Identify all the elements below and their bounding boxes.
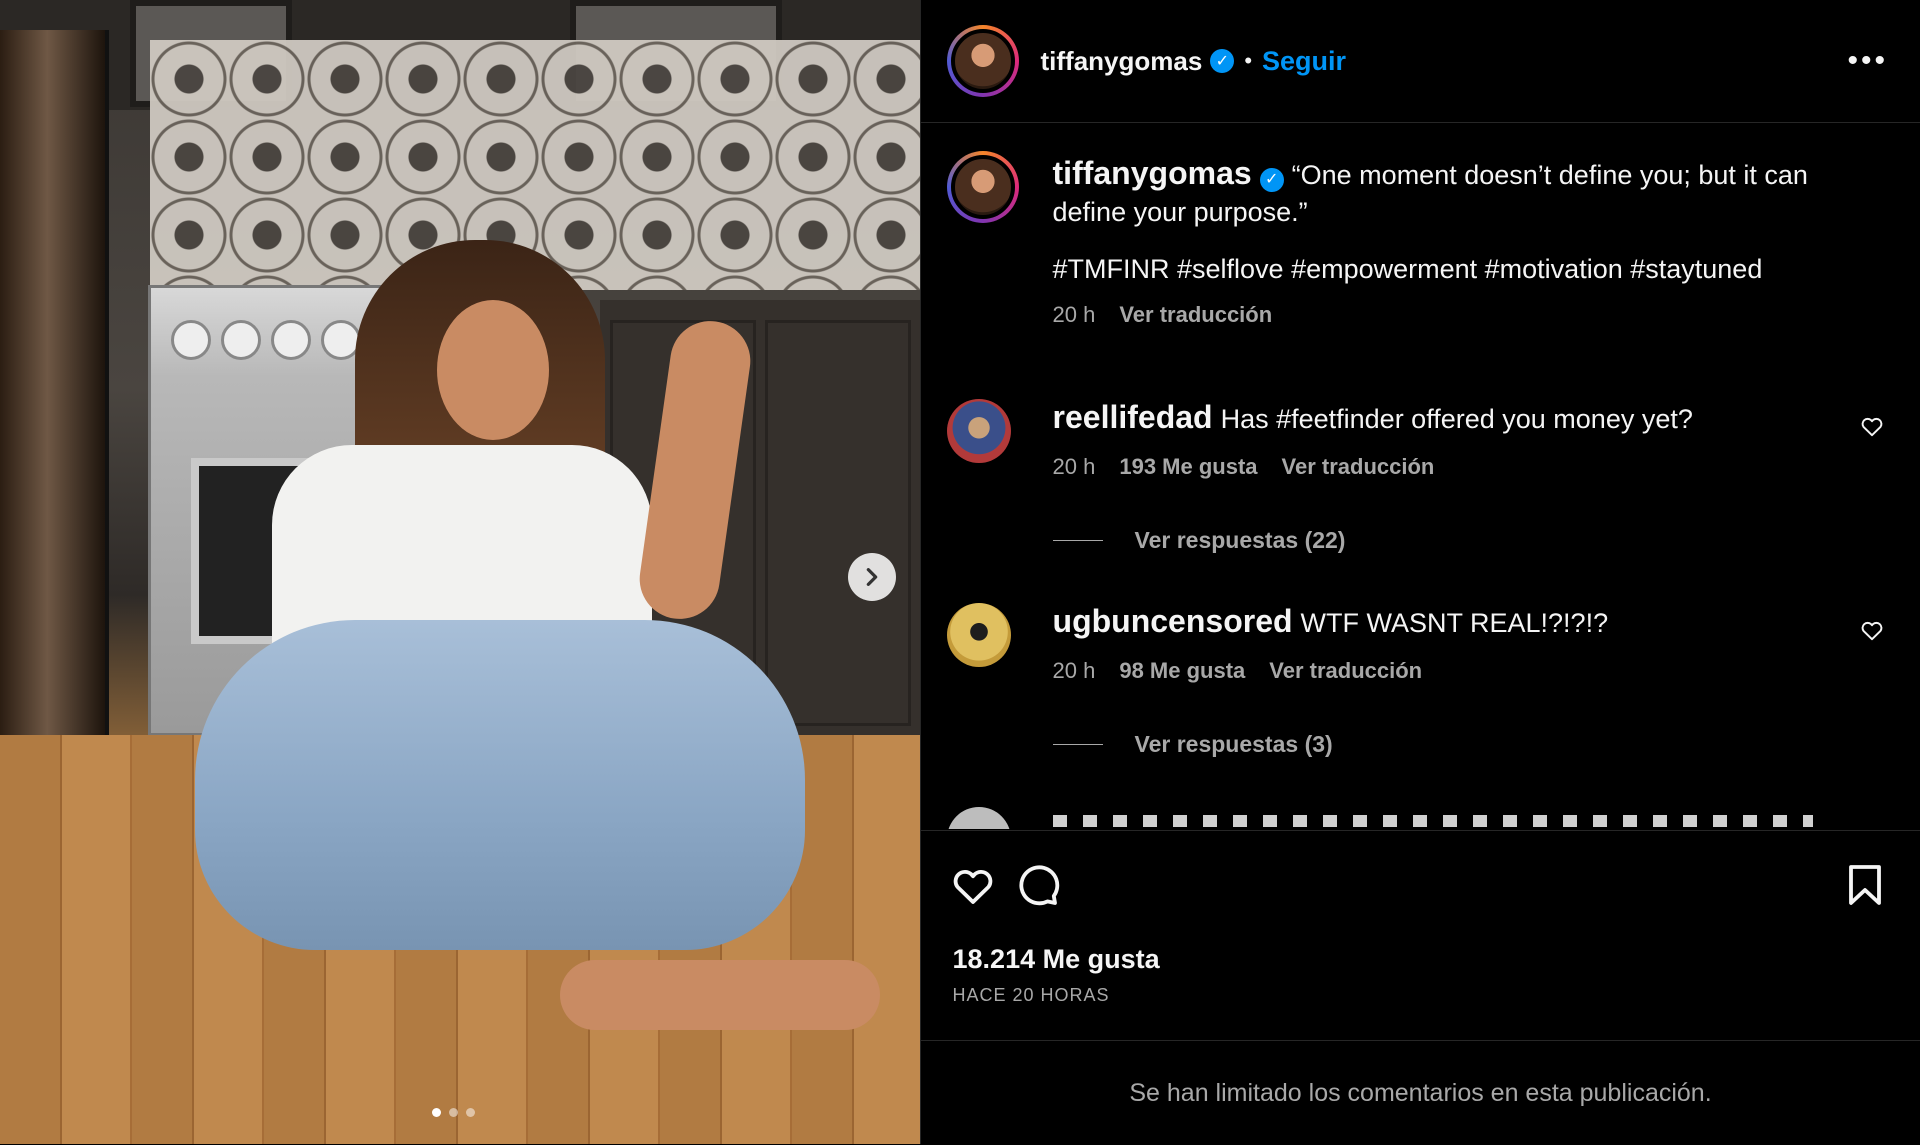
comments-limited-notice: Se han limitado los comentarios en esta …: [920, 1040, 1920, 1145]
comment-avatar[interactable]: [946, 603, 1011, 667]
heart-icon[interactable]: [1859, 617, 1885, 643]
comment-time[interactable]: 20 h: [1053, 448, 1096, 485]
post-photo[interactable]: [0, 0, 920, 1144]
comment-likes[interactable]: 98 Me gusta: [1119, 652, 1245, 689]
verified-icon: ✓: [1210, 49, 1235, 73]
caption-time[interactable]: 20 h: [1053, 296, 1096, 333]
caption-avatar[interactable]: [946, 151, 1019, 223]
comment-translate-link[interactable]: Ver traducción: [1269, 652, 1422, 689]
person-jeans: [195, 620, 805, 950]
view-replies-button[interactable]: Ver respuestas (3): [1052, 731, 1333, 758]
comments-list[interactable]: tiffanygomas ✓ “One moment doesn’t define …: [921, 123, 1920, 829]
carousel-dot: [466, 1108, 475, 1117]
verified-icon: ✓: [1259, 167, 1284, 192]
comment-meta: 20 h 193 Me gusta Ver traducción: [1053, 448, 1853, 485]
comment-likes[interactable]: 193 Me gusta: [1119, 448, 1257, 485]
more-icon[interactable]: •••: [1847, 44, 1894, 78]
caption-username[interactable]: tiffanygomas: [1053, 155, 1252, 191]
comment-text: WTF WASNT REAL!?!?!?: [1300, 608, 1609, 638]
caption-body: tiffanygomas ✓ “One moment doesn’t define …: [1053, 155, 1853, 333]
instagram-post-view: tiffanygomas ✓ • Seguir ••• tiffanygomas…: [0, 0, 1920, 1144]
caption-meta: 20 h Ver traducción: [1053, 296, 1853, 333]
post-header: tiffanygomas ✓ • Seguir •••: [920, 0, 1920, 123]
author-username[interactable]: tiffanygomas: [1041, 46, 1203, 77]
bookmark-icon[interactable]: [1841, 861, 1889, 909]
comment-translate-link[interactable]: Ver traducción: [1282, 448, 1435, 485]
replies-divider: [1052, 744, 1103, 745]
heart-icon[interactable]: [1859, 413, 1885, 439]
carousel-indicator: [432, 1108, 475, 1117]
comment-username[interactable]: ugbuncensored: [1053, 603, 1293, 639]
comment-time[interactable]: 20 h: [1053, 652, 1096, 689]
person-feet: [560, 960, 880, 1030]
comment-avatar[interactable]: [946, 399, 1011, 463]
post-actions: 18.214 Me gusta HACE 20 HORAS: [920, 830, 1920, 1041]
post-timestamp[interactable]: HACE 20 HORAS: [953, 985, 1110, 1006]
post-side-panel: tiffanygomas ✓ • Seguir ••• tiffanygomas…: [919, 0, 1920, 1145]
follow-button[interactable]: Seguir: [1262, 46, 1346, 77]
carousel-dot: [449, 1108, 458, 1117]
comment-meta: 20 h 98 Me gusta Ver traducción: [1053, 652, 1853, 689]
likes-count[interactable]: 18.214 Me gusta: [953, 944, 1160, 975]
carousel-dot-active: [432, 1108, 441, 1117]
view-replies-label[interactable]: Ver respuestas (22): [1135, 527, 1346, 554]
header-separator: •: [1244, 48, 1253, 73]
replies-divider: [1052, 540, 1103, 541]
comment-text: Has #feetfinder offered you money yet?: [1220, 404, 1693, 434]
comment-avatar[interactable]: [946, 807, 1011, 829]
view-replies-button[interactable]: Ver respuestas (22): [1052, 527, 1346, 554]
author-avatar[interactable]: [946, 25, 1019, 97]
comment-username[interactable]: reellifedad: [1053, 399, 1213, 435]
next-photo-button[interactable]: [848, 553, 896, 601]
caption-hashtags[interactable]: #TMFINR #selflove #empowerment #motivati…: [1053, 251, 1853, 288]
chevron-right-icon: [866, 568, 878, 586]
caption-translate-link[interactable]: Ver traducción: [1119, 296, 1272, 333]
comment-body: ugbuncensored WTF WASNT REAL!?!?!? 20 h 9…: [1053, 603, 1853, 689]
person-face: [437, 300, 549, 440]
comment-body: reellifedad Has #feetfinder offered you m…: [1053, 399, 1853, 485]
view-replies-label[interactable]: Ver respuestas (3): [1135, 731, 1333, 758]
comment-icon[interactable]: [1013, 861, 1061, 909]
comment-body-partial: [1052, 807, 1853, 827]
heart-icon[interactable]: [949, 861, 997, 909]
